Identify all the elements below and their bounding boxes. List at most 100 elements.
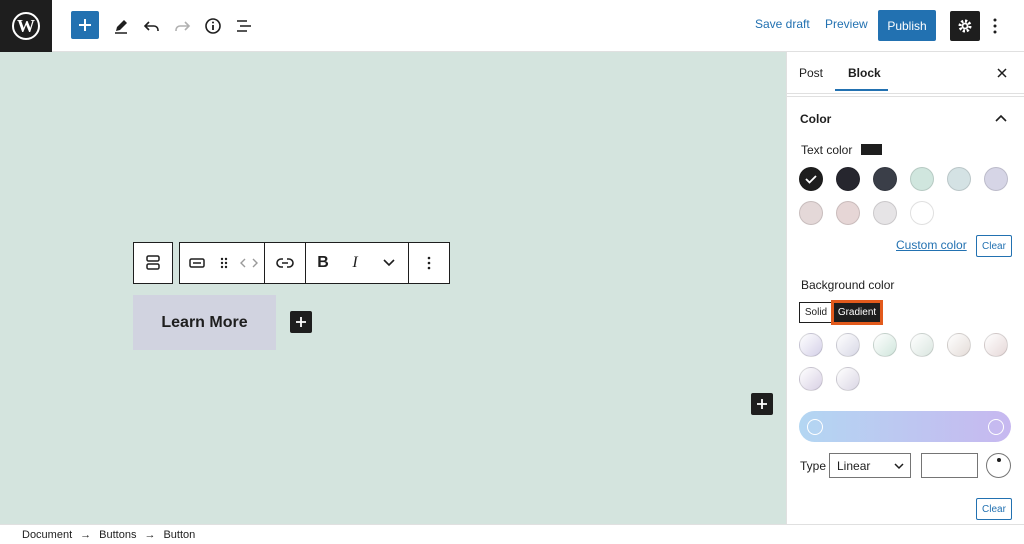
background-color-label: Background color — [801, 278, 895, 292]
gradient-bar[interactable] — [799, 411, 1011, 442]
type-label: Type — [800, 459, 827, 473]
drag-handle-icon — [220, 257, 228, 269]
link-icon — [276, 258, 294, 268]
gradient-swatch[interactable] — [799, 367, 823, 391]
angle-dial[interactable] — [986, 453, 1011, 478]
tools-button[interactable] — [105, 10, 137, 42]
editor-canvas[interactable]: B I Learn More — [0, 52, 786, 524]
breadcrumb-item[interactable]: Document — [22, 529, 72, 541]
gradient-swatch[interactable] — [910, 333, 934, 357]
divider — [787, 96, 1024, 97]
redo-icon — [175, 21, 191, 31]
solid-tab[interactable]: Solid — [799, 302, 833, 323]
plus-icon — [296, 317, 306, 327]
breadcrumb-item[interactable]: Buttons — [99, 529, 136, 541]
select-parent-button[interactable] — [134, 243, 172, 283]
buttons-block-icon — [146, 255, 160, 270]
more-vertical-icon — [993, 18, 997, 34]
text-color-indicator — [861, 144, 882, 155]
italic-button[interactable]: I — [340, 243, 370, 283]
custom-color-link[interactable]: Custom color — [896, 238, 967, 252]
angle-input[interactable] — [921, 453, 978, 478]
chevron-up-icon[interactable] — [995, 114, 1007, 122]
list-view-icon — [237, 20, 251, 32]
clear-gradient-button[interactable]: Clear — [976, 498, 1012, 520]
plus-icon — [79, 19, 91, 31]
color-swatch[interactable] — [910, 201, 934, 225]
info-icon — [205, 18, 221, 34]
gradient-swatch[interactable] — [947, 333, 971, 357]
gradient-stop-end[interactable] — [988, 419, 1004, 435]
color-swatch[interactable] — [836, 201, 860, 225]
block-type-button[interactable] — [180, 243, 214, 283]
gear-icon — [958, 19, 972, 33]
block-toolbar: B I — [133, 242, 450, 284]
gradient-swatch[interactable] — [799, 333, 823, 357]
link-button[interactable] — [265, 243, 305, 283]
gradient-highlight — [831, 300, 883, 325]
block-options-button[interactable] — [409, 243, 449, 283]
color-swatch[interactable] — [873, 201, 897, 225]
inline-add-block-button[interactable] — [290, 311, 312, 333]
arrow-icon: → — [80, 528, 92, 541]
move-buttons[interactable] — [234, 243, 264, 283]
more-vertical-icon — [427, 256, 431, 270]
clear-text-color-button[interactable]: Clear — [976, 235, 1012, 257]
tab-post[interactable]: Post — [799, 66, 823, 80]
plus-icon — [757, 399, 767, 409]
color-swatch[interactable] — [799, 167, 823, 191]
details-button[interactable] — [197, 10, 229, 42]
color-swatch[interactable] — [799, 201, 823, 225]
publish-button[interactable]: Publish — [878, 10, 936, 41]
bold-icon: B — [317, 254, 329, 271]
gradient-stop-start[interactable] — [807, 419, 823, 435]
active-tab-indicator — [835, 89, 888, 91]
breadcrumb-item[interactable]: Button — [163, 529, 195, 541]
gradient-type-value: Linear — [837, 458, 871, 473]
save-draft-button[interactable]: Save draft — [755, 17, 810, 31]
appender-add-block-button[interactable] — [751, 393, 773, 415]
undo-icon — [143, 21, 159, 31]
breadcrumb: Document → Buttons → Button — [0, 524, 1024, 544]
color-swatch[interactable] — [947, 167, 971, 191]
preview-button[interactable]: Preview — [825, 17, 868, 31]
bold-button[interactable]: B — [306, 243, 340, 283]
color-swatch[interactable] — [910, 167, 934, 191]
check-icon — [805, 175, 817, 184]
wordpress-icon[interactable]: W — [0, 0, 52, 52]
redo-button[interactable] — [166, 10, 198, 42]
close-icon[interactable] — [997, 68, 1007, 78]
tab-block[interactable]: Block — [848, 66, 881, 80]
color-panel-title[interactable]: Color — [800, 112, 831, 126]
gradient-swatch[interactable] — [873, 333, 897, 357]
list-view-button[interactable] — [228, 10, 260, 42]
italic-icon: I — [352, 254, 358, 271]
formatting-group: B I — [306, 242, 409, 284]
parent-block-group — [133, 242, 173, 284]
color-swatch[interactable] — [836, 167, 860, 191]
gradient-swatch[interactable] — [836, 367, 860, 391]
sidebar-tabs: Post Block — [787, 52, 1024, 94]
learn-more-button-block[interactable]: Learn More — [133, 295, 276, 350]
block-type-group — [179, 242, 265, 284]
chevron-down-icon — [894, 463, 904, 470]
color-swatch[interactable] — [984, 167, 1008, 191]
add-block-button[interactable] — [71, 11, 99, 39]
angle-dial-marker — [997, 458, 1001, 462]
pencil-icon — [115, 20, 127, 34]
options-button[interactable] — [985, 10, 1005, 42]
arrow-icon: → — [144, 528, 156, 541]
gradient-swatch[interactable] — [836, 333, 860, 357]
gradient-type-select[interactable]: Linear — [829, 453, 911, 478]
undo-button[interactable] — [136, 10, 168, 42]
text-color-label: Text color — [801, 143, 853, 157]
color-swatch[interactable] — [873, 167, 897, 191]
gradient-swatch[interactable] — [984, 333, 1008, 357]
link-group — [265, 242, 306, 284]
chevron-down-icon — [383, 259, 395, 267]
drag-handle[interactable] — [214, 243, 234, 283]
svg-text:W: W — [17, 16, 35, 36]
settings-button[interactable] — [950, 11, 980, 41]
top-toolbar: W Save draft Preview Publish — [0, 0, 1024, 52]
more-formatting-button[interactable] — [370, 243, 408, 283]
